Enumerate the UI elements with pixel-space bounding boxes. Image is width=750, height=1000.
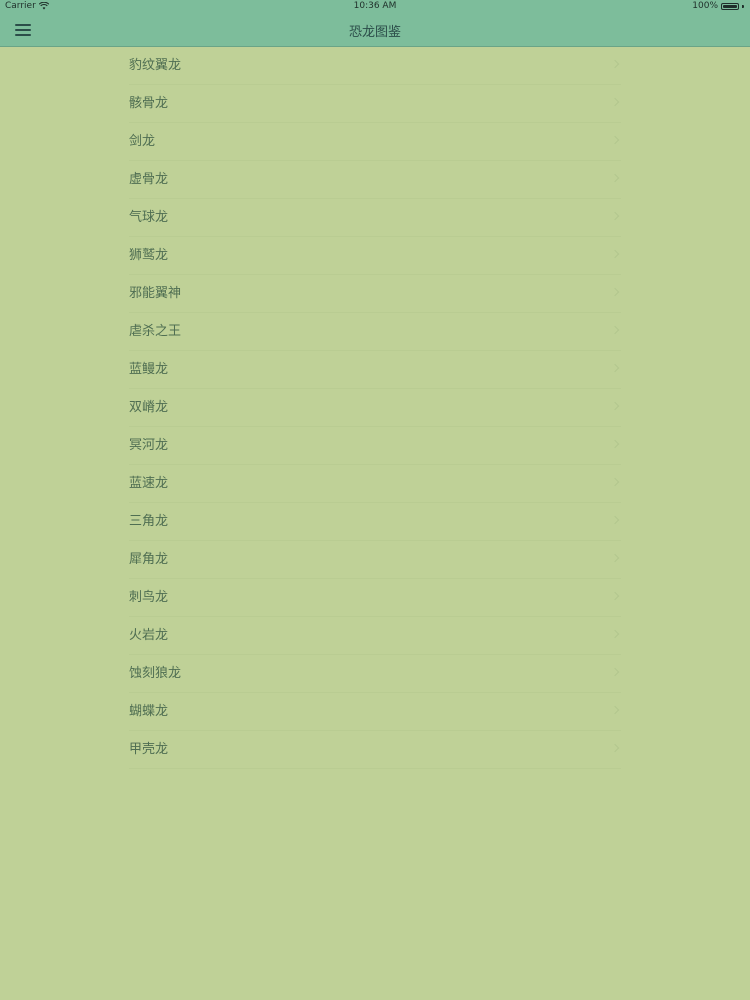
list-item-label: 刺鸟龙	[129, 590, 169, 605]
list-item[interactable]: 蝴蝶龙	[0, 693, 750, 731]
chevron-right-icon	[610, 667, 620, 677]
list-item-label: 豹纹翼龙	[129, 58, 182, 73]
chevron-right-icon	[610, 743, 620, 753]
chevron-right-icon	[610, 591, 620, 601]
list-item[interactable]: 双嵴龙	[0, 389, 750, 427]
battery-tip	[742, 4, 744, 8]
chevron-right-icon	[610, 325, 620, 335]
list-item-label: 双嵴龙	[129, 400, 169, 415]
chevron-right-icon	[610, 59, 620, 69]
list-item-label: 冥河龙	[129, 438, 169, 453]
chevron-right-icon	[610, 477, 620, 487]
list-item-label: 骸骨龙	[129, 96, 169, 111]
list-item[interactable]: 蚀刻狼龙	[0, 655, 750, 693]
status-time: 10:36 AM	[353, 1, 397, 11]
list-item[interactable]: 骸骨龙	[0, 85, 750, 123]
list-item[interactable]: 狮鹫龙	[0, 237, 750, 275]
list-item[interactable]: 三角龙	[0, 503, 750, 541]
list-item-label: 蓝速龙	[129, 476, 169, 491]
row-separator	[129, 768, 621, 769]
battery-icon	[721, 2, 739, 10]
list-item-label: 三角龙	[129, 514, 169, 529]
list-item[interactable]: 刺鸟龙	[0, 579, 750, 617]
navigation-bar: 恐龙图鉴	[0, 14, 750, 47]
list-item[interactable]: 蓝鳗龙	[0, 351, 750, 389]
chevron-right-icon	[610, 287, 620, 297]
list-item-label: 蝴蝶龙	[129, 704, 169, 719]
list-item-label: 狮鹫龙	[129, 248, 169, 263]
list-item[interactable]: 虚骨龙	[0, 161, 750, 199]
list-item[interactable]: 剑龙	[0, 123, 750, 161]
list-item[interactable]: 犀角龙	[0, 541, 750, 579]
list-item[interactable]: 气球龙	[0, 199, 750, 237]
chevron-right-icon	[610, 515, 620, 525]
list-item-label: 蓝鳗龙	[129, 362, 169, 377]
list-item-label: 犀角龙	[129, 552, 169, 567]
list-item-label: 虚骨龙	[129, 172, 169, 187]
list-item-label: 蚀刻狼龙	[129, 666, 182, 681]
list-item[interactable]: 火岩龙	[0, 617, 750, 655]
chevron-right-icon	[610, 363, 620, 373]
chevron-right-icon	[610, 705, 620, 715]
chevron-right-icon	[610, 629, 620, 639]
status-bar: Carrier 10:36 AM 100%	[0, 0, 750, 14]
list-item[interactable]: 邪能翼神	[0, 275, 750, 313]
status-right: 100%	[692, 1, 744, 11]
list-item-label: 火岩龙	[129, 628, 169, 643]
chevron-right-icon	[610, 401, 620, 411]
list-item[interactable]: 蓝速龙	[0, 465, 750, 503]
list-item-label: 剑龙	[129, 134, 156, 149]
battery-fill	[723, 4, 737, 8]
chevron-right-icon	[610, 173, 620, 183]
list-item[interactable]: 冥河龙	[0, 427, 750, 465]
chevron-right-icon	[610, 439, 620, 449]
chevron-right-icon	[610, 553, 620, 563]
battery-percentage: 100%	[692, 1, 718, 11]
chevron-right-icon	[610, 249, 620, 259]
list-item-label: 气球龙	[129, 210, 169, 225]
list-item[interactable]: 豹纹翼龙	[0, 47, 750, 85]
page-title: 恐龙图鉴	[348, 25, 401, 40]
chevron-right-icon	[610, 97, 620, 107]
chevron-right-icon	[610, 135, 620, 145]
list-item-label: 邪能翼神	[129, 286, 182, 301]
chevron-right-icon	[610, 211, 620, 221]
list-item-label: 甲壳龙	[129, 742, 169, 757]
list-item-label: 虐杀之王	[129, 324, 182, 339]
dinosaur-list: 豹纹翼龙骸骨龙剑龙虚骨龙气球龙狮鹫龙邪能翼神虐杀之王蓝鳗龙双嵴龙冥河龙蓝速龙三角…	[0, 47, 750, 769]
list-item[interactable]: 虐杀之王	[0, 313, 750, 351]
list-item[interactable]: 甲壳龙	[0, 731, 750, 769]
